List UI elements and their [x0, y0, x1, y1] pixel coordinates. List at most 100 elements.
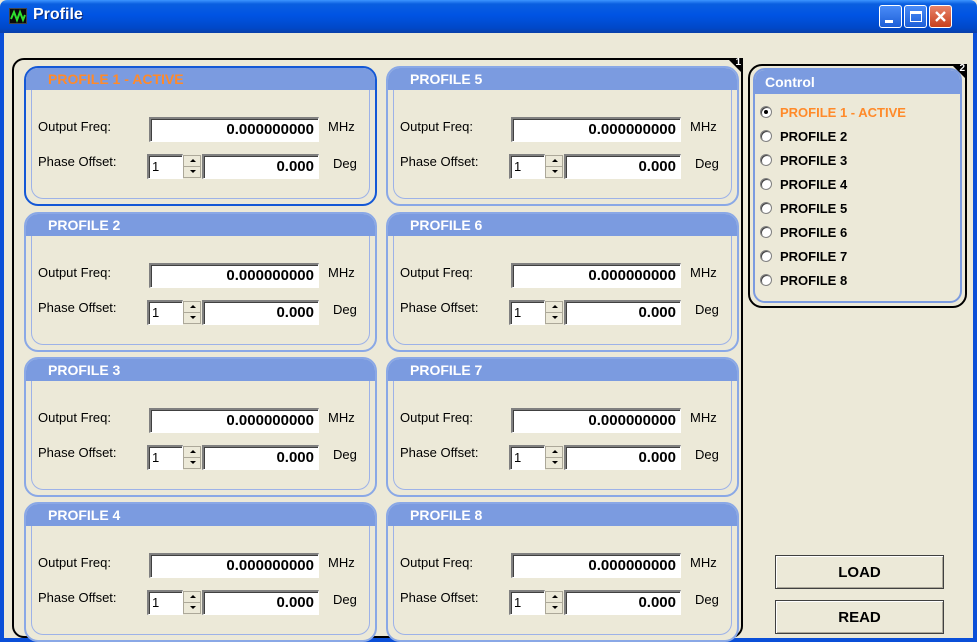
output-freq-input[interactable]: 0.000000000	[511, 263, 681, 288]
spin-up-icon[interactable]	[184, 156, 200, 167]
output-freq-input[interactable]: 0.000000000	[149, 263, 319, 288]
phase-offset-input[interactable]: 0.000	[564, 300, 681, 325]
radio-button-icon[interactable]	[760, 130, 772, 142]
output-freq-input[interactable]: 0.000000000	[149, 117, 319, 142]
spin-down-icon[interactable]	[184, 313, 200, 324]
freq-unit-label: MHz	[690, 119, 717, 134]
output-freq-label: Output Freq:	[38, 265, 111, 280]
phase-index-spinner[interactable]	[545, 446, 563, 469]
profile-title: PROFILE 6	[388, 214, 737, 236]
radio-button-icon[interactable]	[760, 250, 772, 262]
profile-panel-1: PROFILE 1 - ACTIVE Output Freq: 0.00000000…	[24, 66, 377, 206]
phase-offset-label: Phase Offset:	[38, 154, 117, 169]
phase-index-input[interactable]: 1	[509, 445, 545, 470]
profile-panel-2: PROFILE 2 Output Freq: 0.000000000 MHz Phase…	[24, 212, 377, 352]
output-freq-label: Output Freq:	[38, 555, 111, 570]
profile-title: PROFILE 5	[388, 68, 737, 90]
freq-unit-label: MHz	[328, 119, 355, 134]
output-freq-label: Output Freq:	[400, 265, 473, 280]
spin-down-icon[interactable]	[546, 458, 562, 469]
output-freq-input[interactable]: 0.000000000	[511, 117, 681, 142]
output-freq-label: Output Freq:	[400, 410, 473, 425]
profile-body	[31, 526, 370, 635]
profile-panel-7: PROFILE 7 Output Freq: 0.000000000 MHz Phase…	[386, 357, 739, 497]
phase-index-spinner[interactable]	[545, 155, 563, 178]
phase-index-input[interactable]: 1	[147, 154, 183, 179]
phase-index-input[interactable]: 1	[147, 590, 183, 615]
radio-label: PROFILE 8	[780, 273, 848, 288]
minimize-button[interactable]	[879, 5, 902, 28]
phase-index-spinner[interactable]	[545, 301, 563, 324]
profile-body	[393, 381, 732, 490]
output-freq-input[interactable]: 0.000000000	[511, 408, 681, 433]
phase-unit-label: Deg	[695, 592, 719, 607]
spin-up-icon[interactable]	[546, 156, 562, 167]
radio-button-icon[interactable]	[760, 154, 772, 166]
spin-up-icon[interactable]	[184, 302, 200, 313]
phase-index-input[interactable]: 1	[509, 590, 545, 615]
spin-up-icon[interactable]	[546, 302, 562, 313]
spin-up-icon[interactable]	[546, 447, 562, 458]
radio-button-icon[interactable]	[760, 178, 772, 190]
freq-unit-label: MHz	[328, 410, 355, 425]
radio-button-icon[interactable]	[760, 202, 772, 214]
phase-unit-label: Deg	[333, 592, 357, 607]
phase-index-spinner[interactable]	[183, 446, 201, 469]
spin-down-icon[interactable]	[184, 458, 200, 469]
output-freq-label: Output Freq:	[38, 410, 111, 425]
profile-body	[31, 90, 370, 199]
radio-button-icon[interactable]	[760, 274, 772, 286]
spin-up-icon[interactable]	[546, 592, 562, 603]
phase-index-input[interactable]: 1	[509, 154, 545, 179]
profile-title: PROFILE 3	[26, 359, 375, 381]
minimize-icon	[885, 20, 893, 23]
freq-unit-label: MHz	[690, 410, 717, 425]
close-button[interactable]	[929, 5, 952, 28]
spin-down-icon[interactable]	[184, 603, 200, 614]
phase-offset-label: Phase Offset:	[400, 445, 479, 460]
phase-index-spinner[interactable]	[183, 591, 201, 614]
radio-button-icon[interactable]	[760, 226, 772, 238]
phase-offset-input[interactable]: 0.000	[202, 445, 319, 470]
phase-offset-input[interactable]: 0.000	[202, 300, 319, 325]
phase-offset-label: Phase Offset:	[400, 300, 479, 315]
output-freq-input[interactable]: 0.000000000	[149, 408, 319, 433]
phase-offset-input[interactable]: 0.000	[564, 445, 681, 470]
spin-up-icon[interactable]	[184, 592, 200, 603]
phase-unit-label: Deg	[333, 156, 357, 171]
phase-index-input[interactable]: 1	[509, 300, 545, 325]
phase-index-input[interactable]: 1	[147, 445, 183, 470]
phase-offset-label: Phase Offset:	[38, 590, 117, 605]
phase-index-spinner[interactable]	[183, 301, 201, 324]
freq-unit-label: MHz	[690, 555, 717, 570]
phase-unit-label: Deg	[333, 447, 357, 462]
profile-body	[393, 526, 732, 635]
load-button[interactable]: LOAD	[775, 555, 944, 589]
phase-index-spinner[interactable]	[183, 155, 201, 178]
phase-offset-label: Phase Offset:	[400, 154, 479, 169]
spin-down-icon[interactable]	[546, 167, 562, 178]
read-button[interactable]: READ	[775, 600, 944, 634]
profile-title: PROFILE 7	[388, 359, 737, 381]
spin-down-icon[interactable]	[184, 167, 200, 178]
spin-down-icon[interactable]	[546, 313, 562, 324]
phase-offset-input[interactable]: 0.000	[202, 154, 319, 179]
spin-down-icon[interactable]	[546, 603, 562, 614]
profile-panel-3: PROFILE 3 Output Freq: 0.000000000 MHz Phase…	[24, 357, 377, 497]
output-freq-label: Output Freq:	[400, 119, 473, 134]
radio-label: PROFILE 4	[780, 177, 848, 192]
phase-offset-input[interactable]: 0.000	[564, 590, 681, 615]
profile-body	[393, 236, 732, 345]
output-freq-input[interactable]: 0.000000000	[511, 553, 681, 578]
output-freq-input[interactable]: 0.000000000	[149, 553, 319, 578]
maximize-button[interactable]	[904, 5, 927, 28]
title-bar[interactable]: Profile	[0, 0, 977, 33]
phase-index-spinner[interactable]	[545, 591, 563, 614]
phase-offset-input[interactable]: 0.000	[202, 590, 319, 615]
phase-index-input[interactable]: 1	[147, 300, 183, 325]
phase-offset-label: Phase Offset:	[400, 590, 479, 605]
radio-button-icon[interactable]	[760, 106, 772, 118]
spin-up-icon[interactable]	[184, 447, 200, 458]
profile-body	[393, 90, 732, 199]
phase-offset-input[interactable]: 0.000	[564, 154, 681, 179]
